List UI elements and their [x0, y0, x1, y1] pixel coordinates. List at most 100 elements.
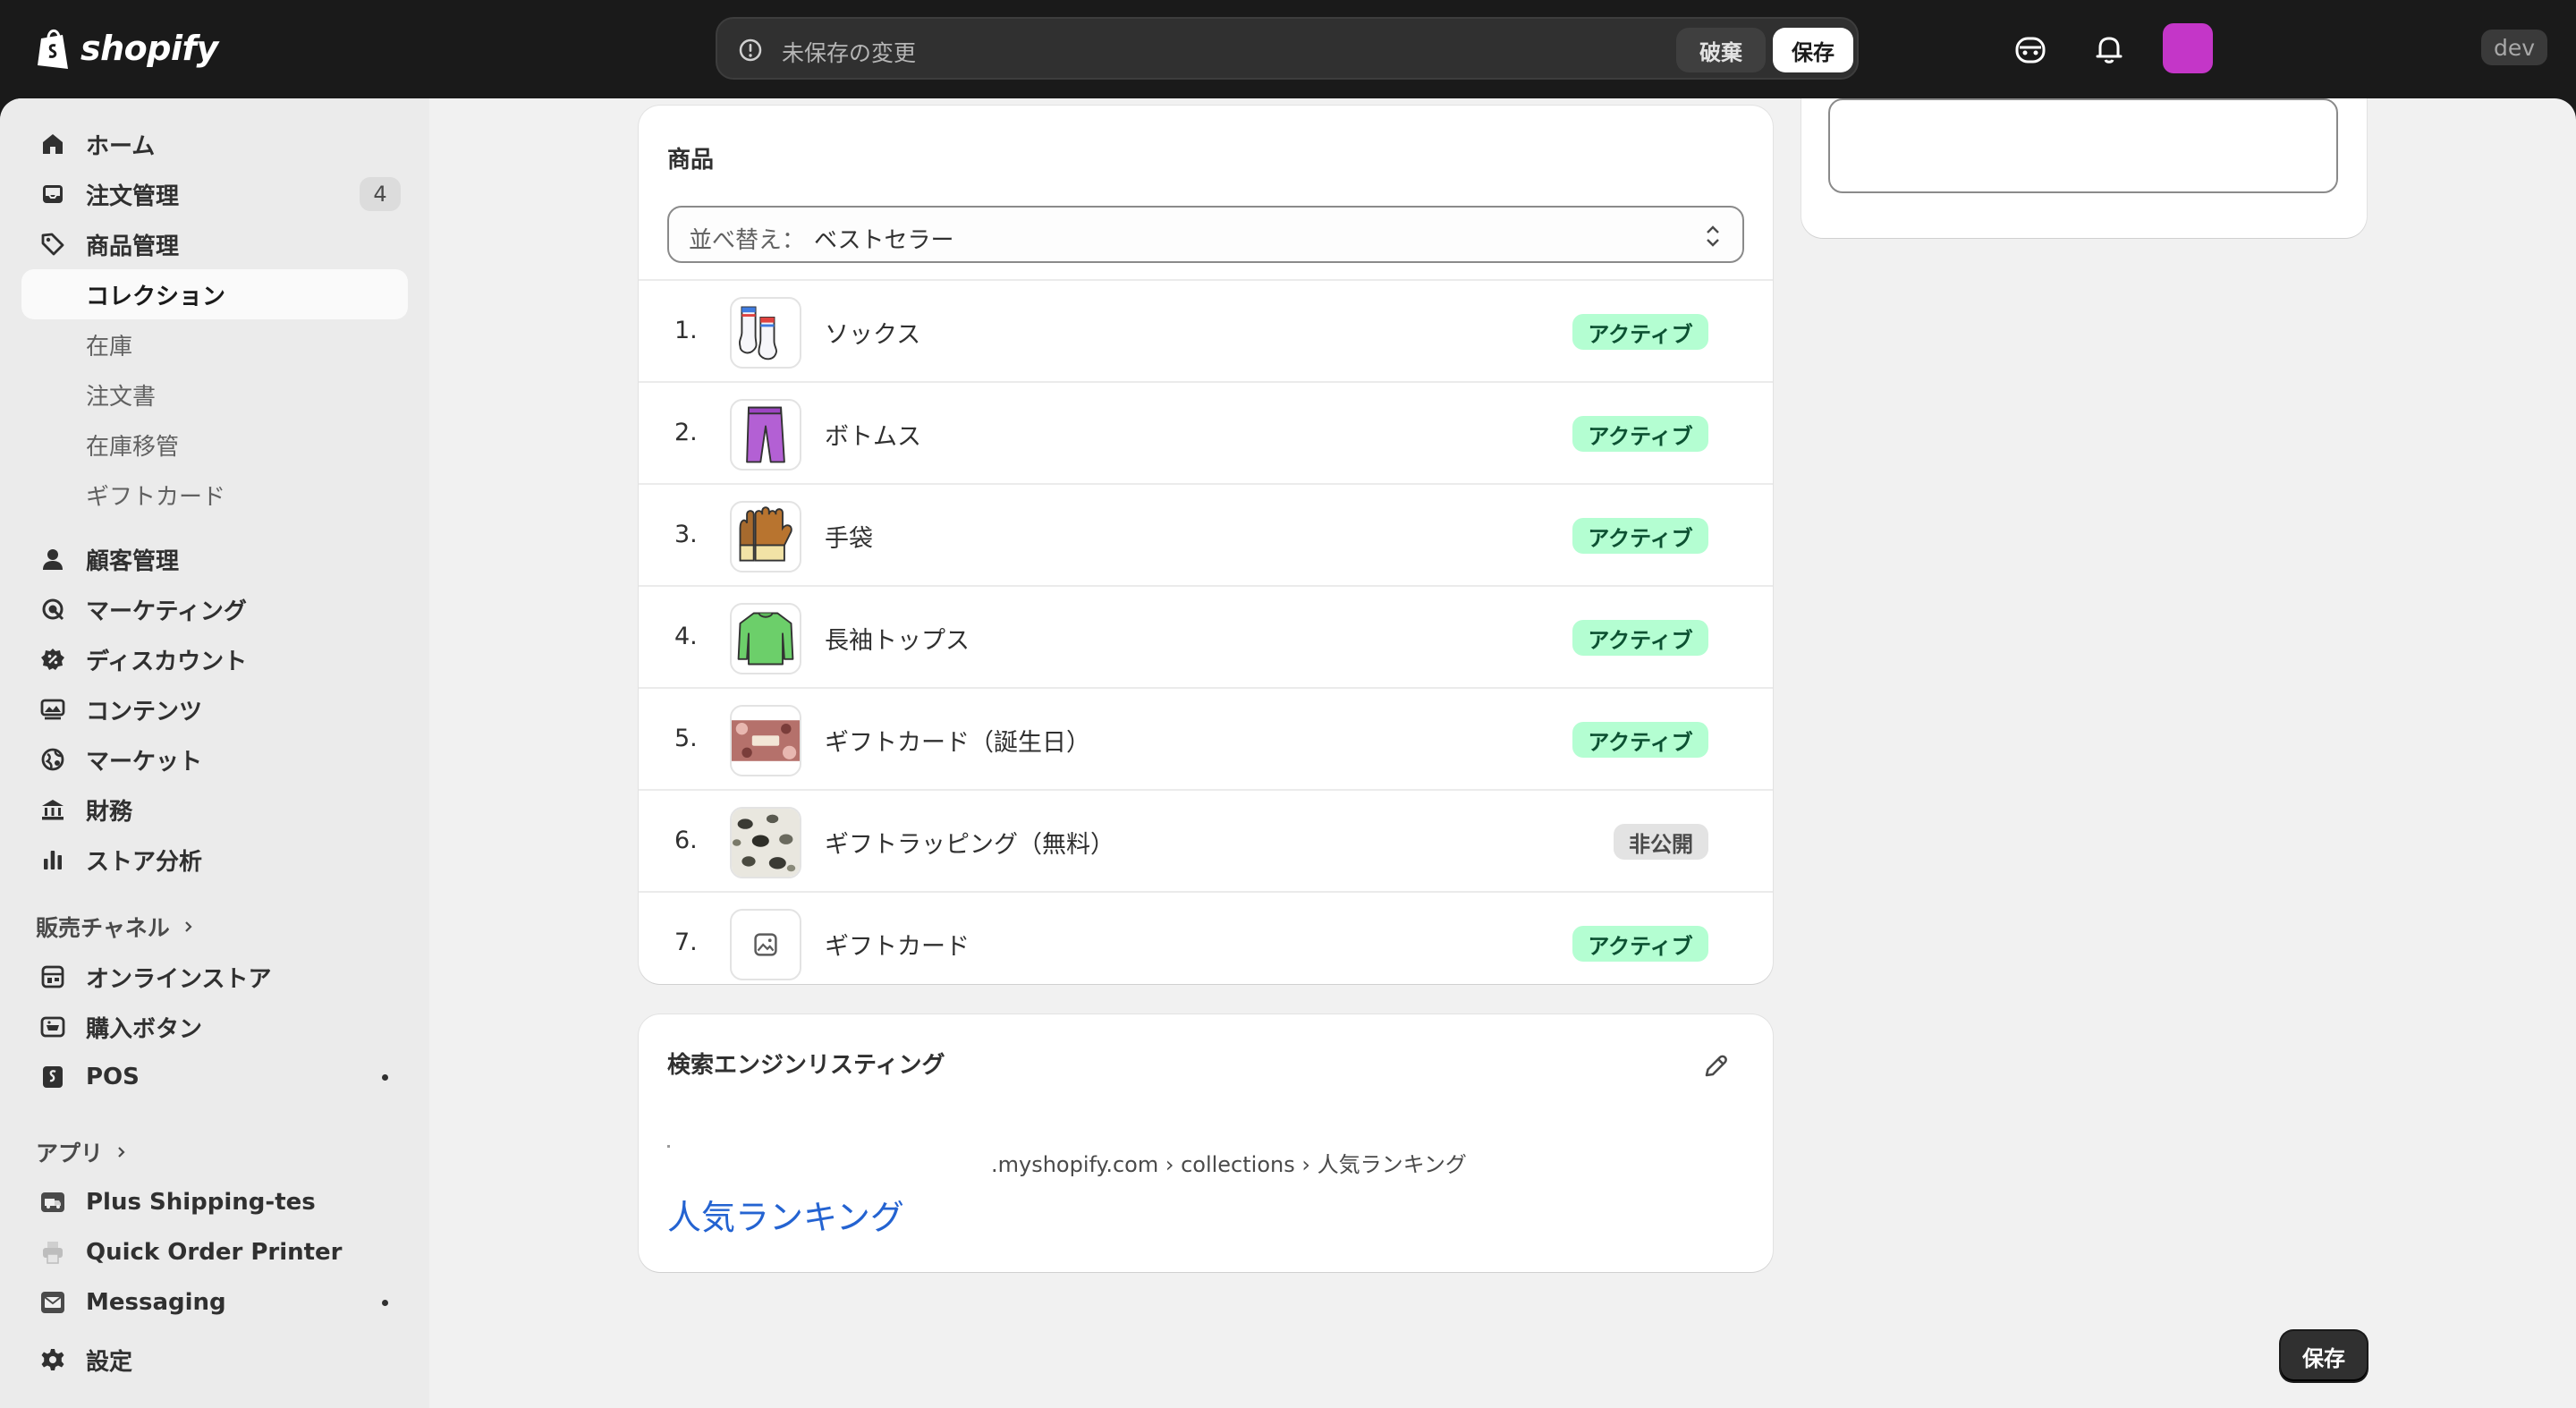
- sidebar-item-quick-order-printer[interactable]: Quick Order Printer: [21, 1227, 408, 1277]
- shopify-logo[interactable]: shopify: [36, 23, 218, 73]
- sidebar-item-label: マーケティング: [86, 598, 247, 625]
- sidekick-icon[interactable]: [2012, 31, 2048, 67]
- bell-icon[interactable]: [2091, 31, 2127, 67]
- save-button[interactable]: 保存: [1773, 28, 1853, 72]
- sidebar-item-label: ホーム: [86, 132, 156, 160]
- product-rank: 3.: [674, 521, 698, 548]
- sidebar-item-inventory[interactable]: 在庫: [21, 319, 408, 369]
- sidebar-item-transfers[interactable]: 在庫移管: [21, 420, 408, 470]
- sidebar-item-buy-button[interactable]: 購入ボタン: [21, 1002, 408, 1052]
- product-row[interactable]: 5. ギフトカード（誕生日） アクティブ: [639, 687, 1773, 789]
- sidebar-item-label: ストア分析: [86, 848, 203, 876]
- product-name[interactable]: 手袋: [825, 519, 873, 554]
- product-name[interactable]: 長袖トップス: [825, 621, 970, 656]
- apps-heading[interactable]: アプリ: [36, 1136, 128, 1168]
- image-placeholder-icon: [754, 933, 777, 956]
- printer-app-icon: [43, 1242, 63, 1264]
- home-icon: [43, 134, 63, 154]
- product-row[interactable]: 3. 手袋 アクティブ: [639, 483, 1773, 585]
- shopify-wordmark: shopify: [80, 29, 218, 68]
- discount-icon: [41, 649, 64, 670]
- messaging-notification-dot: [382, 1300, 388, 1306]
- sidebar-item-finance[interactable]: 財務: [21, 785, 408, 835]
- sidebar-item-gift-cards[interactable]: ギフトカード: [21, 470, 408, 520]
- truck-app-icon: [41, 1192, 64, 1212]
- sidebar-item-label: ギフトカード: [86, 483, 226, 511]
- sort-select[interactable]: 並べ替え： ベストセラー: [667, 206, 1744, 263]
- sidebar-item-label: Plus Shipping-tes: [86, 1189, 316, 1216]
- product-name[interactable]: ボトムス: [825, 417, 921, 452]
- chevron-right-icon: [118, 1147, 125, 1158]
- sidebar-item-content[interactable]: コンテンツ: [21, 684, 408, 734]
- right-card-field[interactable]: [1828, 98, 2338, 193]
- discard-button[interactable]: 破棄: [1676, 28, 1766, 72]
- product-name[interactable]: ギフトカード（誕生日）: [825, 723, 1090, 758]
- sidebar-item-collections[interactable]: コレクション: [21, 269, 408, 319]
- sidebar-item-plus-shipping[interactable]: Plus Shipping-tes: [21, 1177, 408, 1227]
- sidebar-item-label: POS: [86, 1064, 140, 1090]
- avatar[interactable]: [2163, 23, 2213, 73]
- product-row[interactable]: 6. ギフトラッピング（無料） 非公開: [639, 789, 1773, 891]
- tag-icon: [41, 233, 64, 256]
- pencil-icon[interactable]: [1699, 1050, 1732, 1082]
- sales-channels-heading-label: 販売チャネル: [36, 915, 170, 941]
- sidebar-item-messaging[interactable]: Messaging: [21, 1277, 408, 1327]
- product-name[interactable]: ソックス: [825, 315, 920, 350]
- sidebar-item-label: Quick Order Printer: [86, 1239, 343, 1266]
- product-rank: 1.: [674, 317, 698, 344]
- apps-heading-label: アプリ: [36, 1141, 104, 1166]
- sidebar-item-label: 在庫: [86, 333, 133, 360]
- product-rank: 6.: [674, 827, 698, 854]
- product-name[interactable]: ギフトカード: [825, 927, 970, 962]
- buy-button-icon: [40, 1016, 65, 1038]
- products-card: 商品 並べ替え： ベストセラー 1. ソックス アクティブ 2. ボトムス アク…: [639, 106, 1773, 984]
- product-rank: 7.: [674, 929, 698, 956]
- sidebar-item-marketing[interactable]: マーケティング: [21, 584, 408, 634]
- sidebar-item-label: 商品管理: [86, 233, 180, 260]
- sidebar-item-discounts[interactable]: ディスカウント: [21, 634, 408, 684]
- sales-channels-heading[interactable]: 販売チャネル: [36, 911, 195, 943]
- sidebar-item-products[interactable]: 商品管理: [21, 219, 408, 269]
- bar-chart-icon: [44, 851, 62, 869]
- sidebar-item-markets[interactable]: マーケット: [21, 734, 408, 785]
- sidebar-item-settings[interactable]: 設定: [21, 1335, 408, 1385]
- sidebar-item-customers[interactable]: 顧客管理: [21, 534, 408, 584]
- product-rank: 4.: [674, 623, 698, 650]
- product-name[interactable]: ギフトラッピング（無料）: [825, 825, 1114, 860]
- sidebar-item-analytics[interactable]: ストア分析: [21, 835, 408, 885]
- pants-thumbnail: [730, 399, 801, 471]
- sidebar-item-pos[interactable]: POS: [21, 1052, 408, 1102]
- content-frame: ホーム 注文管理 4 商品管理 コレクション 在庫 注文書 在庫移管 ギフトカー…: [0, 98, 2576, 1408]
- alert-icon: [739, 38, 762, 62]
- email-app-icon: [41, 1292, 64, 1313]
- sidebar-item-purchase-orders[interactable]: 注文書: [21, 369, 408, 420]
- status-badge: アクティブ: [1572, 518, 1708, 554]
- sidebar-item-label: コンテンツ: [86, 698, 203, 725]
- sidebar: ホーム 注文管理 4 商品管理 コレクション 在庫 注文書 在庫移管 ギフトカー…: [0, 98, 429, 1408]
- sidebar-item-online-store[interactable]: オンラインストア: [21, 952, 408, 1002]
- product-row[interactable]: 4. 長袖トップス アクティブ: [639, 585, 1773, 687]
- store-name-chip[interactable]: dev: [2481, 30, 2547, 65]
- status-badge: アクティブ: [1572, 314, 1708, 350]
- product-row[interactable]: 1. ソックス アクティブ: [639, 279, 1773, 381]
- pos-icon: [43, 1066, 63, 1088]
- sidebar-item-orders[interactable]: 注文管理 4: [21, 169, 408, 219]
- socks-thumbnail: [730, 297, 801, 369]
- sidebar-item-home[interactable]: ホーム: [21, 119, 408, 169]
- sidebar-item-label: コレクション: [86, 283, 226, 310]
- orders-count-badge: 4: [360, 177, 401, 211]
- gloves-thumbnail: [730, 501, 801, 573]
- sidebar-item-label: 注文管理: [86, 182, 180, 210]
- sidebar-item-label: 財務: [86, 798, 133, 826]
- status-badge: アクティブ: [1572, 722, 1708, 758]
- status-badge: アクティブ: [1572, 926, 1708, 962]
- product-row[interactable]: 2. ボトムス アクティブ: [639, 381, 1773, 483]
- product-row[interactable]: 7. ギフトカード アクティブ: [639, 891, 1773, 984]
- sidebar-item-label: Messaging: [86, 1289, 226, 1316]
- sidebar-item-label: 設定: [86, 1348, 133, 1376]
- pos-notification-dot: [382, 1074, 388, 1081]
- inbox-icon: [43, 185, 63, 203]
- sidebar-item-label: オンラインストア: [86, 965, 272, 993]
- save-button-bottom[interactable]: 保存: [2281, 1331, 2367, 1381]
- status-badge: アクティブ: [1572, 416, 1708, 452]
